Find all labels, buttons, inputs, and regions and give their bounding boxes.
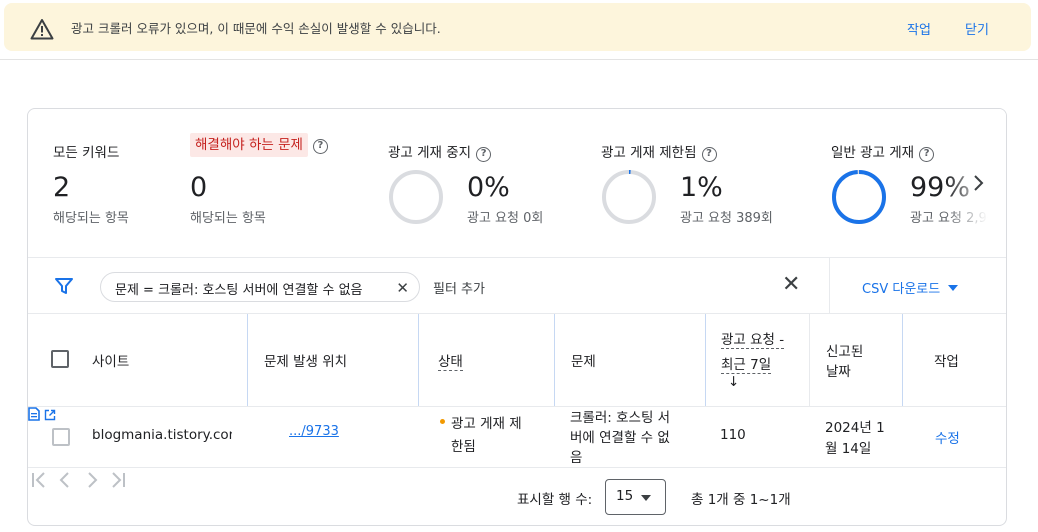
column-ad-requests[interactable]: 광고 요청 - 최근 7일 ↓	[705, 314, 809, 406]
column-label-line2: 날짜	[826, 364, 851, 380]
edit-link[interactable]: 수정	[935, 427, 960, 447]
ring-fill	[832, 170, 886, 224]
sort-arrow-icon[interactable]: ↓	[728, 374, 739, 390]
metric-sub: 해당되는 항목	[53, 211, 129, 226]
caret-down-icon	[641, 495, 651, 501]
metric-sub: 광고 요청 0회	[467, 211, 544, 226]
alert-banner: 광고 크롤러 오류가 있으며, 이 때문에 수익 손실이 발생할 수 있습니다.…	[4, 3, 1031, 51]
metric-sub: 광고 요청 389회	[680, 211, 773, 226]
column-issue[interactable]: 문제	[554, 314, 705, 406]
next-page-icon[interactable]	[81, 469, 103, 491]
metric-value: 2	[53, 172, 71, 203]
caret-down-icon	[948, 285, 959, 291]
column-location[interactable]: 문제 발생 위치	[247, 314, 418, 406]
alert-message: 광고 크롤러 오류가 있으며, 이 때문에 수익 손실이 발생할 수 있습니다.	[71, 21, 441, 36]
page-range-label: 총 1개 중 1~1개	[691, 492, 791, 508]
table-row: blogmania.tistory.com .../9733 광고 게재 제 한…	[28, 407, 1006, 468]
row-checkbox[interactable]	[52, 428, 70, 446]
column-label: 문제 발생 위치	[264, 354, 348, 370]
document-icon	[28, 407, 40, 421]
metric-label: 광고 게재 제한됨	[601, 145, 697, 161]
column-label: 광고 요청 -	[721, 328, 785, 349]
divider	[829, 258, 830, 314]
reported-date-cell: 2024년 1	[825, 420, 885, 436]
column-site[interactable]: 사이트	[28, 314, 247, 406]
site-cell: blogmania.tistory.com	[92, 427, 232, 443]
issue-cell-line2: 버에 연결할 수 없	[570, 430, 670, 446]
help-icon[interactable]: ?	[919, 147, 935, 162]
filter-icon[interactable]	[54, 277, 74, 295]
issues-card: 모든 키워드 2 해당되는 항목 해결해야 하는 문제? 0 해당되는 항목 광…	[27, 108, 1007, 526]
progress-ring	[602, 170, 656, 224]
filter-bar: 문제 = 크롤러: 호스팅 서버에 연결할 수 없음 ✕ 필터 추가 ✕ CSV…	[28, 257, 1006, 314]
select-all-checkbox[interactable]	[51, 350, 69, 368]
rows-per-page-value: 15	[616, 488, 634, 504]
location-link[interactable]: .../9733	[289, 424, 339, 439]
metric-label: 일반 광고 게재	[831, 145, 915, 161]
metric-value: 0	[190, 172, 208, 203]
column-label: 사이트	[92, 354, 130, 370]
table-header: 사이트 문제 발생 위치 상태 문제 광고 요청 - 최근 7일 ↓ 신고된 날…	[28, 314, 1006, 407]
previous-page-icon[interactable]	[54, 469, 76, 491]
column-status[interactable]: 상태	[418, 314, 554, 406]
progress-ring	[832, 170, 886, 224]
metric-label: 해결해야 하는 문제	[190, 133, 308, 157]
metric-value: 0%	[467, 172, 510, 203]
status-cell: 광고 게재 제	[451, 416, 522, 432]
filter-chip-label: 문제 = 크롤러: 호스팅 서버에 연결할 수 없음	[115, 283, 363, 298]
ring-track	[389, 170, 443, 224]
progress-ring	[389, 170, 443, 224]
status-cell-line2: 한됨	[451, 439, 476, 455]
header-divider	[0, 59, 1038, 60]
alert-dismiss-link[interactable]: 닫기	[965, 19, 989, 38]
issue-cell: 크롤러: 호스팅 서	[570, 410, 671, 426]
first-page-icon[interactable]	[28, 469, 50, 491]
csv-download-button[interactable]: CSV 다운로드	[862, 278, 959, 297]
column-action: 작업	[902, 314, 1006, 406]
rows-per-page-label: 표시할 행 수:	[517, 492, 593, 508]
last-page-icon[interactable]	[107, 469, 129, 491]
chevron-right-icon[interactable]	[971, 171, 987, 195]
rows-per-page-select[interactable]: 15	[605, 479, 666, 515]
metric-sub: 해당되는 항목	[190, 211, 266, 226]
filter-chip[interactable]: 문제 = 크롤러: 호스팅 서버에 연결할 수 없음 ✕	[100, 272, 420, 302]
column-label: 문제	[571, 354, 596, 370]
alert-action-link[interactable]: 작업	[907, 19, 931, 38]
pagination: 표시할 행 수: 15 총 1개 중 1~1개	[28, 469, 1006, 525]
metric-value: 1%	[680, 172, 723, 203]
issue-cell-line3: 음	[570, 450, 583, 466]
help-icon[interactable]: ?	[476, 147, 492, 162]
column-reported-date[interactable]: 신고된 날짜	[809, 314, 902, 406]
warning-icon	[30, 19, 54, 40]
reported-date-cell-line2: 월 14일	[825, 441, 872, 457]
ring-track	[602, 170, 656, 224]
metric-label: 광고 게재 중지	[388, 145, 472, 161]
help-icon[interactable]: ?	[312, 139, 328, 154]
add-filter-input[interactable]: 필터 추가	[433, 278, 485, 297]
clear-filters-icon[interactable]: ✕	[782, 272, 800, 297]
column-label: 작업	[934, 354, 959, 370]
csv-download-label: CSV 다운로드	[862, 282, 941, 297]
close-icon[interactable]: ✕	[396, 279, 409, 297]
metric-label: 모든 키워드	[53, 145, 120, 161]
help-icon[interactable]: ?	[701, 147, 717, 162]
status-dot	[440, 419, 445, 424]
column-label-line2: 최근 7일	[721, 353, 772, 374]
open-in-new-icon[interactable]	[44, 409, 56, 421]
requests-cell: 110	[720, 427, 746, 443]
column-label: 신고된	[826, 344, 864, 360]
column-label: 상태	[438, 350, 463, 371]
